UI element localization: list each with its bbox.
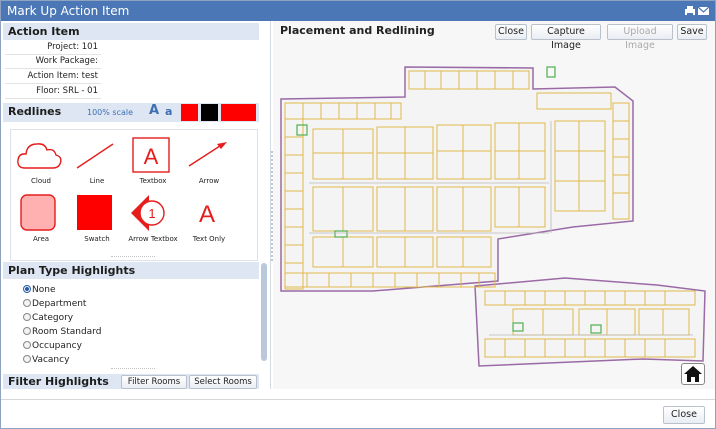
swatch-icon: [77, 195, 112, 230]
line-width-swatch[interactable]: [221, 104, 256, 121]
arrow-label: Arrow: [198, 177, 220, 185]
markup-dialog: Mark Up Action Item Action Item Project:…: [0, 0, 716, 429]
floor-plan-drawing: [280, 66, 706, 367]
swatch-label: Swatch: [84, 235, 110, 243]
project-row: Project: 101: [5, 42, 101, 55]
line-icon: [76, 143, 114, 169]
font-size-large-button[interactable]: A: [149, 103, 159, 118]
work-package-row: Work Package:: [5, 56, 101, 69]
plan-type-option[interactable]: Vacancy: [23, 355, 69, 367]
left-panel-scrollbar[interactable]: [261, 263, 267, 361]
action-item-heading: Action Item: [3, 23, 259, 40]
email-icon[interactable]: [697, 6, 709, 15]
area-label: Area: [32, 235, 50, 243]
arrow-textbox-icon: 1: [131, 195, 165, 231]
radio-icon[interactable]: [23, 327, 31, 335]
text-only-icon: A: [199, 201, 215, 228]
capture-image-button[interactable]: Capture Image: [531, 24, 601, 51]
svg-text:A: A: [199, 201, 215, 228]
title-icons: [685, 6, 709, 16]
upload-image-button[interactable]: Upload Image: [607, 24, 673, 51]
placement-close-button[interactable]: Close: [495, 24, 527, 40]
font-size-small-button[interactable]: a: [165, 105, 172, 118]
plan-type-option[interactable]: None: [23, 285, 55, 297]
home-button[interactable]: [681, 363, 705, 385]
swatch-tool[interactable]: Swatch: [69, 192, 125, 248]
area-icon: [20, 194, 56, 231]
arrow-textbox-label: Arrow Textbox: [128, 235, 178, 243]
left-panel: Action Item Project: 101 Work Package: A…: [1, 21, 271, 389]
action-item-row: Action Item: test: [5, 71, 101, 84]
filter-highlights-heading: Filter Highlights: [8, 375, 109, 388]
filter-rooms-tab[interactable]: Filter Rooms: [121, 375, 187, 389]
floor-plan-canvas[interactable]: [273, 41, 715, 389]
redlines-header: Redlines 100% scale A a: [3, 103, 259, 122]
fill-color-swatch[interactable]: [201, 104, 218, 121]
home-icon: [684, 366, 702, 382]
textbox-tool[interactable]: A Textbox: [125, 134, 181, 190]
select-rooms-tab[interactable]: Select Rooms: [189, 375, 257, 389]
radio-icon[interactable]: [23, 299, 31, 307]
print-icon[interactable]: [685, 6, 695, 16]
plan-type-option[interactable]: Department: [23, 299, 86, 311]
cloud-icon: [17, 143, 62, 169]
radio-icon[interactable]: [23, 341, 31, 349]
arrow-textbox-tool[interactable]: 1 Arrow Textbox: [125, 192, 181, 248]
text-only-label: Text Only: [192, 235, 226, 243]
window-title: Mark Up Action Item: [7, 4, 130, 18]
line-label: Line: [89, 177, 105, 185]
save-button[interactable]: Save: [677, 24, 707, 40]
radio-icon[interactable]: [23, 313, 31, 321]
plan-type-option[interactable]: Room Standard: [23, 327, 101, 339]
cloud-tool[interactable]: Cloud: [13, 134, 69, 190]
placement-heading: Placement and Redlining: [280, 24, 435, 37]
arrow-icon: [188, 142, 227, 167]
plan-type-option[interactable]: Category: [23, 313, 73, 325]
title-bar: Mark Up Action Item: [1, 1, 715, 21]
scale-label[interactable]: 100% scale: [87, 108, 133, 117]
plan-type-option[interactable]: Occupancy: [23, 341, 82, 353]
resize-grip[interactable]: [111, 368, 155, 369]
redlines-heading: Redlines: [8, 105, 62, 118]
work-package-value: Work Package:: [35, 56, 98, 66]
project-value: Project: 101: [47, 42, 98, 52]
arrow-tool[interactable]: Arrow: [181, 134, 237, 190]
dialog-close-button[interactable]: Close: [663, 406, 705, 424]
area-tool[interactable]: Area: [13, 192, 69, 248]
floor-row: Floor: SRL - 01: [5, 86, 101, 99]
textbox-icon: A: [132, 137, 170, 173]
plan-type-heading: Plan Type Highlights: [3, 262, 259, 279]
svg-text:1: 1: [148, 206, 155, 221]
line-tool[interactable]: Line: [69, 134, 125, 190]
svg-text:A: A: [144, 144, 159, 169]
floor-value: Floor: SRL - 01: [36, 86, 98, 96]
text-only-tool[interactable]: A Text Only: [181, 192, 237, 248]
cloud-label: Cloud: [31, 177, 51, 185]
radio-icon-checked[interactable]: [23, 285, 31, 293]
resize-grip[interactable]: [111, 256, 155, 257]
redline-palette: Cloud Line A Textbox Arrow Area Swatch 1…: [10, 129, 258, 261]
textbox-label: Textbox: [139, 177, 167, 185]
placement-panel: Placement and Redlining Close Capture Im…: [271, 21, 715, 389]
radio-icon[interactable]: [23, 355, 31, 363]
stroke-color-swatch[interactable]: [181, 104, 198, 121]
action-item-value: Action Item: test: [27, 71, 98, 81]
dialog-footer: Close: [1, 399, 715, 428]
